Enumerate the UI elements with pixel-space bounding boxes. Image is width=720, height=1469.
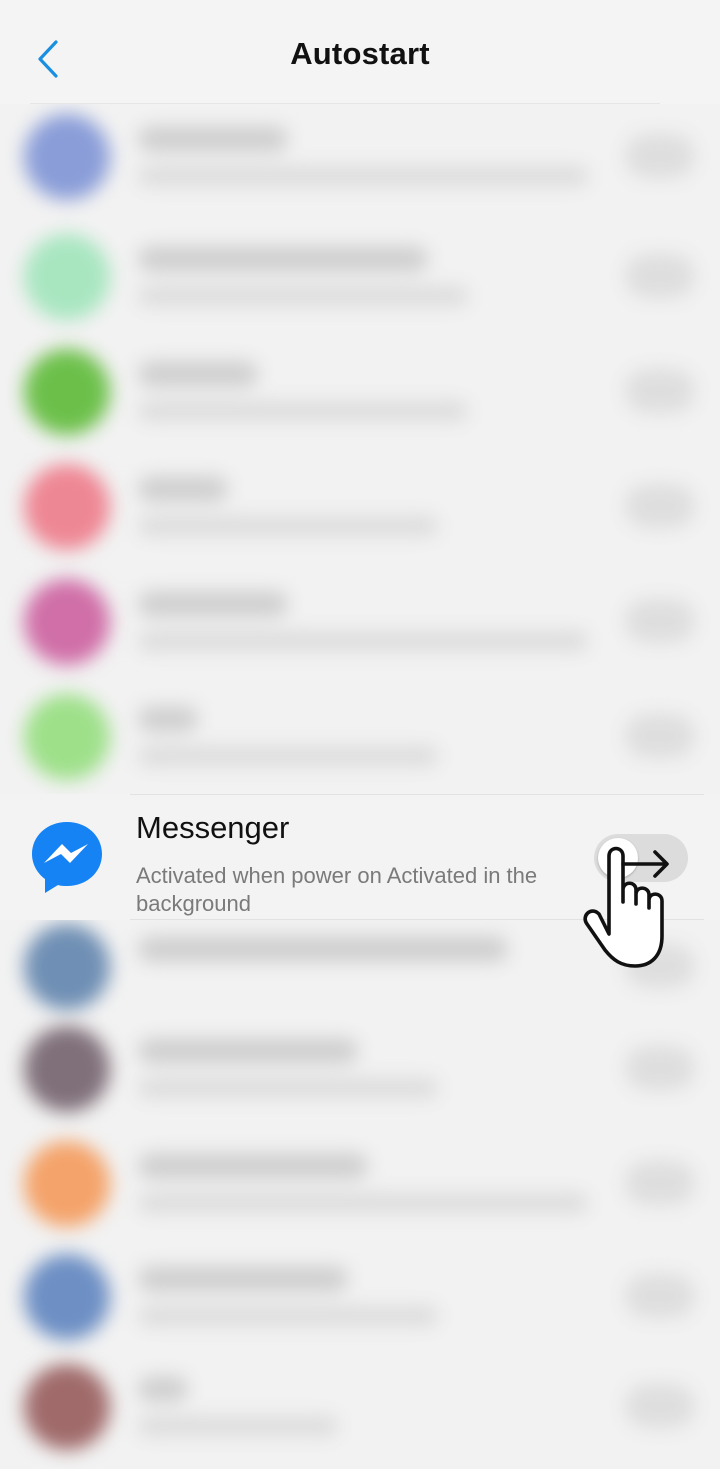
autostart-toggle[interactable] <box>625 254 695 298</box>
app-icon <box>24 924 110 1010</box>
list-item[interactable] <box>0 339 720 449</box>
row-divider <box>130 919 704 920</box>
list-item[interactable] <box>0 1016 720 1126</box>
messenger-icon <box>32 822 102 893</box>
autostart-toggle[interactable] <box>625 1046 695 1090</box>
app-description: Activated when power on Activated in the… <box>136 863 538 916</box>
list-item[interactable] <box>0 1244 720 1354</box>
autostart-toggle[interactable] <box>594 834 688 882</box>
app-icon <box>24 1026 110 1112</box>
autostart-toggle[interactable] <box>625 1161 695 1205</box>
autostart-toggle[interactable] <box>625 134 695 178</box>
autostart-toggle[interactable] <box>625 1274 695 1318</box>
page-title: Autostart <box>290 36 430 71</box>
list-item[interactable] <box>0 684 720 794</box>
list-item[interactable] <box>0 569 720 679</box>
app-icon <box>24 1364 110 1450</box>
autostart-app-list: Messenger Activated when power on Activa… <box>0 104 720 1469</box>
autostart-toggle[interactable] <box>625 599 695 643</box>
list-item[interactable] <box>0 104 720 214</box>
toggle-knob <box>598 838 638 878</box>
list-item[interactable] <box>0 1131 720 1241</box>
app-icon <box>24 464 110 550</box>
autostart-toggle[interactable] <box>625 484 695 528</box>
app-name: Messenger <box>136 810 290 845</box>
app-icon <box>24 1254 110 1340</box>
app-icon <box>24 114 110 200</box>
list-item[interactable] <box>0 224 720 334</box>
autostart-toggle[interactable] <box>625 944 695 988</box>
app-icon <box>24 579 110 665</box>
app-icon <box>24 1141 110 1227</box>
app-header: Autostart <box>0 0 720 104</box>
app-icon <box>24 349 110 435</box>
autostart-toggle[interactable] <box>625 369 695 413</box>
row-divider <box>130 794 704 795</box>
app-icon <box>24 234 110 320</box>
list-item[interactable] <box>0 1354 720 1464</box>
autostart-toggle[interactable] <box>625 1384 695 1428</box>
list-item[interactable] <box>0 914 720 1024</box>
app-icon <box>24 694 110 780</box>
autostart-toggle[interactable] <box>625 714 695 758</box>
list-item[interactable] <box>0 454 720 564</box>
messenger-row[interactable]: Messenger Activated when power on Activa… <box>0 794 720 920</box>
